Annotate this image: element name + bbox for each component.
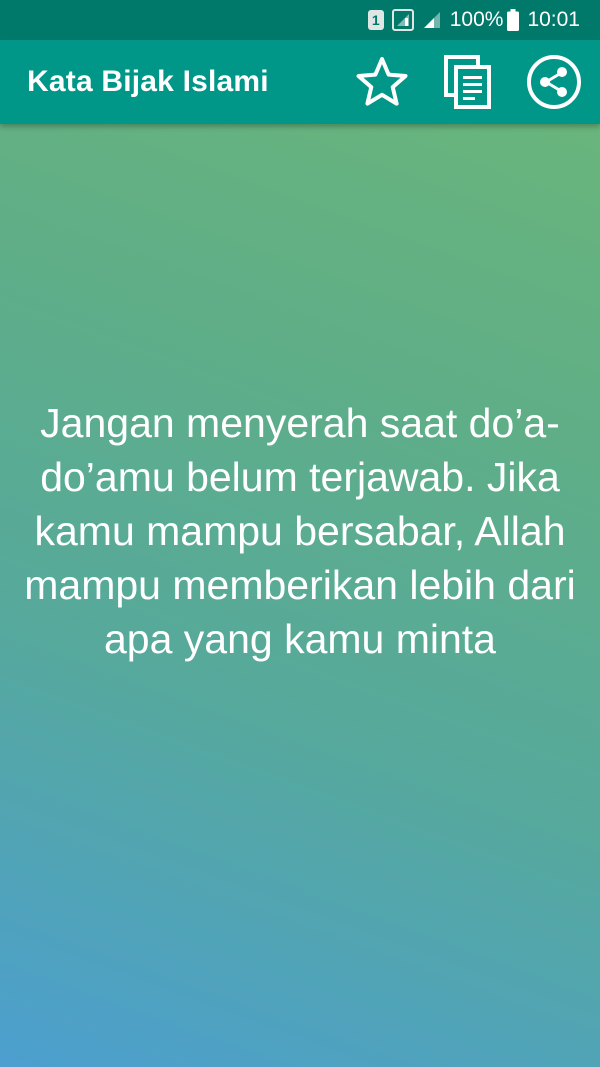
status-bar: 1 100% 10:01 (0, 0, 600, 40)
clock: 10:01 (527, 8, 580, 31)
app-bar: Kata Bijak Islami (0, 40, 600, 124)
quote-text: Jangan menyerah saat do’a-do’amu belum t… (24, 400, 576, 662)
signal-icon (391, 9, 414, 31)
battery-percent: 100% (449, 8, 504, 31)
sim-card-icon: 1 (367, 10, 384, 30)
sim-label: 1 (367, 10, 384, 30)
share-icon (527, 55, 581, 109)
battery-icon (507, 9, 520, 31)
star-outline-icon (356, 57, 408, 106)
quote-container: Jangan menyerah saat do’a-do’amu belum t… (20, 396, 580, 666)
share-button[interactable] (522, 50, 586, 114)
copy-icon (444, 55, 491, 109)
screen: 1 100% 10:01 Kata Bijak Islami Jangan me… (0, 0, 600, 1067)
signal-strength-icon (422, 10, 442, 30)
favorite-button[interactable] (350, 50, 414, 114)
app-title: Kata Bijak Islami (27, 65, 269, 98)
copy-button[interactable] (436, 50, 500, 114)
